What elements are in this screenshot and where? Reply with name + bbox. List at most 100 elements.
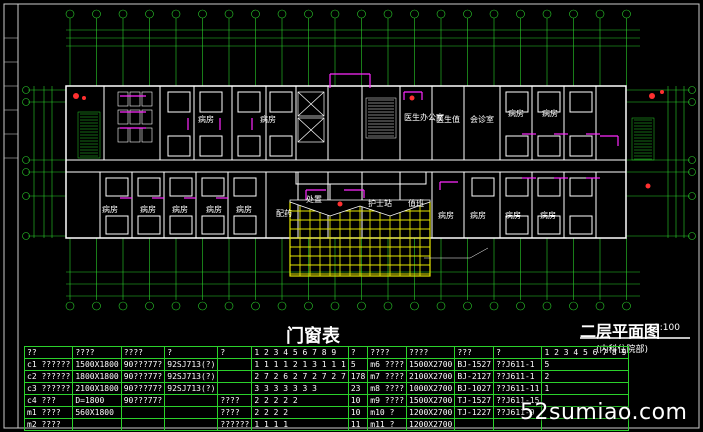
table-cell — [164, 406, 219, 419]
table-cell: 1500X2700 — [406, 394, 456, 407]
table-cell: ??? — [454, 346, 495, 359]
table-cell: 1 — [541, 382, 630, 395]
table-cell: 90???77? — [120, 358, 166, 371]
table-cell: BJ-1027 — [454, 382, 495, 395]
table-cell: TJ-1227 — [454, 406, 495, 419]
elevator-shafts — [297, 91, 325, 143]
table-cell: ???? — [367, 346, 408, 359]
stair-left — [77, 111, 101, 159]
table-cell: D=1800 — [72, 394, 122, 407]
table-row: c3 ?????? 2100X1800 90???77? 92SJ713(?) 3 3 … — [23, 382, 630, 395]
table-cell: 2 — [541, 370, 630, 383]
room-label: 病房 — [102, 204, 118, 214]
table-cell: 3 3 3 3 3 3 3 — [251, 382, 349, 395]
table-cell: m10 ? — [367, 406, 408, 419]
table-cell: 5 — [347, 358, 369, 371]
cad-drawing-viewport: { "rooms": { "r1": "病房", "r2": "病房", "r3… — [0, 0, 703, 432]
room-label: 病房 — [508, 108, 524, 118]
table-cell: m11 ? — [367, 418, 408, 431]
table-cell: ?? — [23, 346, 74, 359]
table-cell: 1000X2700 — [406, 382, 456, 395]
table-row: c2 ?????? 1800X1800 90???77? 92SJ713(?) 2 7 … — [23, 370, 630, 383]
table-cell: ???? — [217, 406, 253, 419]
table-cell: 1800X1800 — [72, 370, 122, 383]
table-cell: ??J611-1 — [493, 370, 543, 383]
room-label: 病房 — [438, 210, 454, 220]
room-label: 病房 — [198, 114, 214, 124]
room-label: 病房 — [260, 114, 276, 124]
table-cell: 23 — [347, 382, 369, 395]
room-label: 值班 — [408, 198, 424, 208]
table-cell: 178 — [347, 370, 369, 383]
table-cell — [120, 418, 166, 431]
table-cell: 560X1800 — [72, 406, 122, 419]
table-cell: 1 2 3 4 5 6 7 8 9 — [251, 346, 349, 359]
room-label: 病房 — [505, 210, 521, 220]
table-cell — [217, 370, 253, 383]
room-label: 病房 — [140, 204, 156, 214]
table-cell: 90???77? — [120, 382, 166, 395]
table-cell — [164, 418, 219, 431]
room-label: 会诊室 — [470, 114, 494, 124]
room-label: 护士站 — [368, 198, 392, 208]
table-cell: BJ-1527 — [454, 358, 495, 371]
table-cell: 2 2 2 2 — [251, 406, 349, 419]
table-cell: 1500X2700 — [406, 358, 456, 371]
table-cell: 1 2 3 4 5 6 7 8 9 — [541, 346, 630, 359]
table-cell: m2 ???? — [23, 418, 74, 431]
room-label: 病房 — [542, 108, 558, 118]
table-cell: ???? — [120, 346, 166, 359]
table-cell: m6 ???? — [367, 358, 408, 371]
table-cell: 2100X2700 — [406, 370, 456, 383]
room-label: 病房 — [172, 204, 188, 214]
table-cell: ???? — [406, 346, 456, 359]
canopy-grid — [289, 199, 431, 277]
table-cell — [120, 406, 166, 419]
table-cell: ??J611-11 — [493, 382, 543, 395]
table-cell: m1 ???? — [23, 406, 74, 419]
room-label: 处置 — [306, 194, 322, 204]
table-cell: 10 — [347, 406, 369, 419]
table-cell: 1200X2700 — [406, 418, 456, 431]
stair-right — [631, 117, 655, 161]
table-cell: m7 ???? — [367, 370, 408, 383]
table-cell: m8 ???? — [367, 382, 408, 395]
table-cell: ??J611-1 — [493, 358, 543, 371]
room-label: 病房 — [470, 210, 486, 220]
table-cell: TJ-1527 — [454, 394, 495, 407]
table-cell: 92SJ713(?) — [164, 370, 219, 383]
table-cell: m9 ???? — [367, 394, 408, 407]
table-cell: c4 ??? — [23, 394, 74, 407]
table-cell: 10 — [347, 394, 369, 407]
table-cell — [164, 394, 219, 407]
table-cell: c2 ?????? — [23, 370, 74, 383]
table-cell: ? — [164, 346, 219, 359]
room-label: 病房 — [236, 204, 252, 214]
table-cell: ?????? — [217, 418, 253, 431]
table-cell: c3 ?????? — [23, 382, 74, 395]
table-cell — [454, 418, 495, 431]
room-label: 病房 — [206, 204, 222, 214]
table-cell — [217, 382, 253, 395]
table-cell: c1 ?????? — [23, 358, 74, 371]
table-cell: 2 7 2 6 2 7 2 7 2 7 — [251, 370, 349, 383]
table-cell: 1200X2700 — [406, 406, 456, 419]
table-cell: 1 1 1 1 2 1 3 1 1 1 — [251, 358, 349, 371]
table-row: c1 ?????? 1500X1800 90???77? 92SJ713(?) 1 1 … — [23, 358, 630, 371]
table-cell: ? — [347, 346, 369, 359]
table-cell: BJ-2127 — [454, 370, 495, 383]
stair-center — [365, 97, 397, 139]
table-cell: 2 2 2 2 2 — [251, 394, 349, 407]
table-cell: ???? — [217, 394, 253, 407]
table-cell: ? — [217, 346, 253, 359]
table-cell: 2100X1800 — [72, 382, 122, 395]
table-header-row: ???????????? 1 2 3 4 5 6 7 8 9???????????… — [23, 346, 630, 359]
watermark-text: 52sumiao.com — [520, 400, 688, 425]
table-cell — [217, 358, 253, 371]
table-cell: 92SJ713(?) — [164, 358, 219, 371]
table-cell: 92SJ713(?) — [164, 382, 219, 395]
table-cell — [72, 418, 122, 431]
table-cell: 5 — [541, 358, 630, 371]
plan-title: 二层平面图 — [580, 322, 661, 341]
room-label: 医生值 — [436, 114, 460, 124]
